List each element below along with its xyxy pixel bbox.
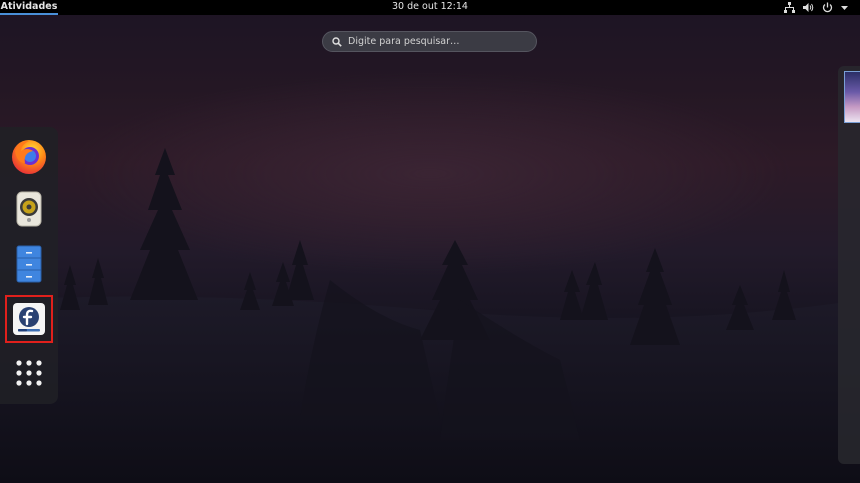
wallpaper <box>0 148 860 483</box>
clock-button[interactable]: 30 de out 12:14 <box>392 1 468 12</box>
dash-item-fedora-media-writer[interactable] <box>5 295 53 343</box>
dash-item-firefox[interactable] <box>5 133 53 181</box>
activities-button[interactable]: Atividades <box>0 0 58 15</box>
volume-icon <box>803 3 814 12</box>
dash-item-files[interactable] <box>5 240 53 288</box>
fedora-icon <box>13 303 45 335</box>
show-applications-button[interactable] <box>5 349 53 397</box>
system-menu[interactable] <box>784 1 848 14</box>
clock-container: 30 de out 12:14 <box>0 0 860 14</box>
workspace-switcher <box>838 66 860 464</box>
top-bar: Atividades 30 de out 12:14 <box>0 0 860 15</box>
grid-icon <box>16 360 42 386</box>
search-input[interactable] <box>342 35 536 48</box>
firefox-icon <box>12 140 46 174</box>
network-icon <box>784 2 795 13</box>
file-cabinet-icon <box>16 245 42 283</box>
search-icon <box>332 36 342 47</box>
workspace-thumbnail[interactable] <box>844 71 860 123</box>
search-box[interactable] <box>322 31 537 52</box>
dash <box>0 127 58 404</box>
dash-item-rhythmbox[interactable] <box>5 185 53 233</box>
chevron-down-icon <box>841 6 848 10</box>
power-icon <box>822 2 833 13</box>
speaker-icon <box>16 191 42 227</box>
